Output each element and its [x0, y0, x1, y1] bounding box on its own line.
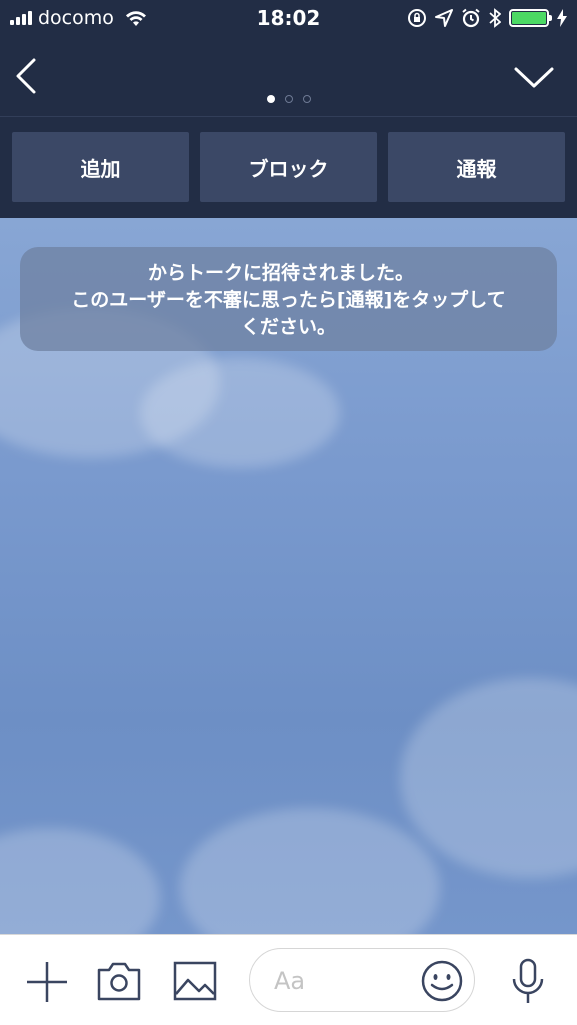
page-indicator: [0, 95, 577, 103]
emoji-icon[interactable]: [420, 959, 464, 1003]
invite-notice: からトークに招待されました。 このユーザーを不審に思ったら[通報]をタップして …: [20, 247, 557, 351]
chat-area[interactable]: からトークに招待されました。 このユーザーを不審に思ったら[通報]をタップして …: [0, 218, 577, 934]
bluetooth-icon: [489, 8, 501, 28]
location-icon: [435, 9, 453, 27]
message-input[interactable]: Aa: [249, 948, 475, 1012]
charging-icon: [557, 9, 567, 27]
background-cloud: [140, 358, 340, 468]
microphone-icon[interactable]: [509, 957, 547, 1007]
back-button[interactable]: [10, 56, 46, 96]
battery-icon: [509, 9, 552, 27]
report-button[interactable]: 通報: [388, 132, 565, 202]
page-dot: [284, 95, 293, 103]
status-bar: docomo 18:02: [0, 0, 577, 38]
image-icon[interactable]: [173, 961, 217, 1001]
input-bar: Aa: [0, 934, 577, 1025]
camera-icon[interactable]: [96, 960, 142, 1002]
alarm-icon: [462, 8, 480, 28]
rotation-lock-icon: [408, 9, 426, 27]
collapse-button[interactable]: [513, 64, 555, 92]
page-dot-active: [266, 95, 275, 103]
add-friend-button[interactable]: 追加: [12, 132, 189, 202]
status-icons: [407, 8, 567, 28]
background-cloud: [180, 808, 440, 934]
action-bar: 追加 ブロック 通報: [0, 116, 577, 218]
notice-line: このユーザーを不審に思ったら[通報]をタップして: [71, 289, 506, 311]
background-cloud: [0, 828, 160, 934]
background-cloud: [400, 678, 577, 878]
page-dot: [302, 95, 311, 103]
plus-icon[interactable]: [25, 960, 69, 1004]
notice-line: ください。: [240, 316, 336, 338]
nav-bar: [0, 38, 577, 116]
message-placeholder: Aa: [274, 967, 306, 995]
block-button[interactable]: ブロック: [200, 132, 377, 202]
notice-line: からトークに招待されました。: [148, 262, 415, 284]
